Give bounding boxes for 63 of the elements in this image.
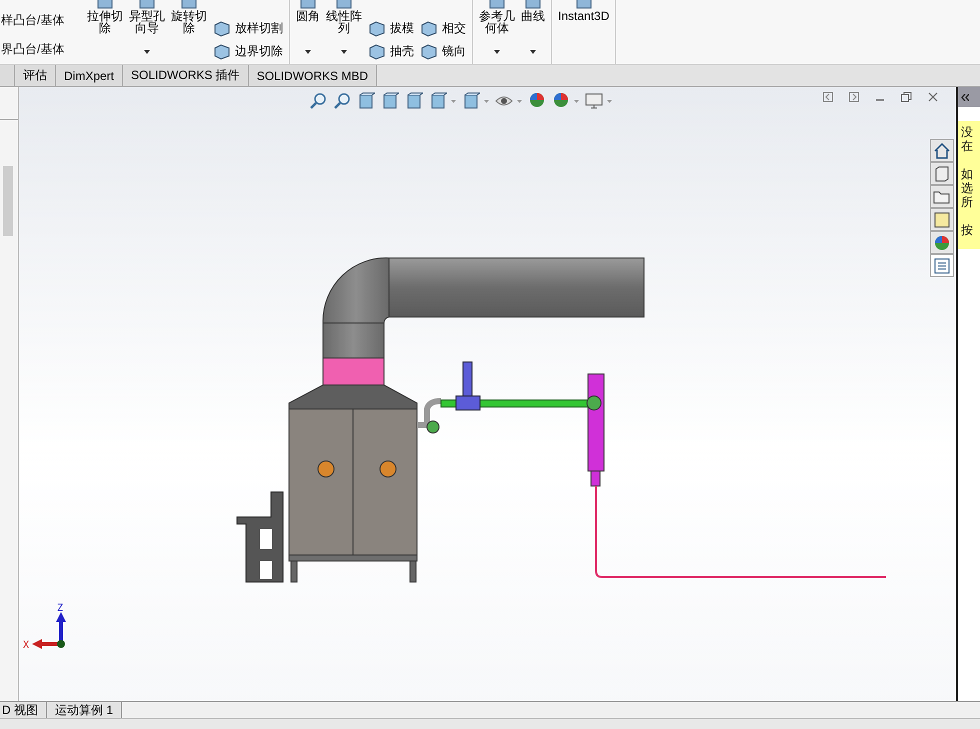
note-text: 没 在 bbox=[961, 125, 974, 153]
caret-icon[interactable] bbox=[341, 50, 347, 54]
command-tab[interactable]: 评估 bbox=[15, 65, 56, 86]
task-pane-tab[interactable] bbox=[930, 231, 954, 254]
task-pane-tab[interactable] bbox=[930, 185, 954, 208]
zoom-to-fit-icon[interactable] bbox=[309, 92, 327, 110]
ribbon-button[interactable]: 抽壳 bbox=[366, 43, 416, 60]
ribbon-button[interactable]: 拔模 bbox=[366, 20, 416, 37]
tool-icon bbox=[334, 0, 354, 10]
feature-icon bbox=[213, 20, 231, 36]
model-tab[interactable]: 运动算例 1 bbox=[47, 702, 122, 718]
ribbon-button[interactable]: 曲线 bbox=[519, 0, 547, 64]
tool-icon bbox=[523, 0, 543, 10]
ribbon-button[interactable]: 旋转切 除 bbox=[169, 0, 209, 64]
axis-triad-drawing: Z X bbox=[23, 603, 66, 651]
tool-icon bbox=[137, 0, 157, 10]
ribbon-button[interactable]: 边界切除 bbox=[211, 43, 285, 60]
ribbon-button[interactable]: 放样切割 bbox=[211, 20, 285, 37]
close-icon[interactable] bbox=[928, 92, 938, 102]
command-tab[interactable]: SOLIDWORKS MBD bbox=[248, 65, 378, 86]
feature-icon bbox=[420, 20, 438, 36]
caret-icon[interactable] bbox=[305, 50, 311, 54]
ribbon-button[interactable]: 线性阵 列 bbox=[324, 0, 364, 64]
caret-icon[interactable] bbox=[530, 50, 536, 54]
feature-icon bbox=[213, 44, 231, 60]
command-tab[interactable]: SOLIDWORKS 插件 bbox=[123, 65, 249, 86]
tool-icon bbox=[298, 0, 318, 10]
tool-icon bbox=[574, 0, 594, 10]
ribbon-button[interactable]: 参考几 何体 bbox=[477, 0, 517, 64]
collapse-pane-button[interactable] bbox=[958, 87, 980, 107]
task-pane-tab[interactable] bbox=[930, 208, 954, 231]
home-icon bbox=[933, 142, 951, 160]
appearance-icon bbox=[933, 234, 951, 252]
display-style-icon[interactable] bbox=[462, 92, 480, 110]
zoom-area-icon[interactable] bbox=[333, 92, 351, 110]
note-text: 如 选 所 bbox=[961, 167, 974, 209]
double-chevron-icon bbox=[961, 94, 969, 100]
ribbon-button[interactable]: 拉伸切 除 bbox=[85, 0, 125, 64]
ribbon-button[interactable]: 镜向 bbox=[418, 43, 468, 60]
model-tab[interactable]: D 视图 bbox=[0, 702, 47, 718]
feature-icon bbox=[368, 20, 386, 36]
ribbon-button[interactable]: Instant3D bbox=[556, 0, 612, 64]
feature-icon bbox=[420, 44, 438, 60]
ribbon-button[interactable]: 圆角 bbox=[294, 0, 322, 64]
tool-icon bbox=[95, 0, 115, 10]
ribbon-command[interactable]: 样凸台/基体 bbox=[1, 12, 81, 29]
tool-icon bbox=[179, 0, 199, 10]
caret-icon[interactable] bbox=[144, 50, 150, 54]
ribbon-button[interactable]: 相交 bbox=[418, 20, 468, 37]
scrollbar[interactable] bbox=[3, 166, 13, 236]
note-text: 按 bbox=[961, 223, 974, 237]
ribbon-button[interactable]: 异型孔 向导 bbox=[127, 0, 167, 64]
task-pane-tab[interactable] bbox=[930, 254, 954, 277]
caret-icon[interactable] bbox=[494, 50, 500, 54]
monitor-icon[interactable] bbox=[585, 92, 603, 110]
view-orientation-icon[interactable] bbox=[429, 92, 447, 110]
command-tab[interactable]: DimXpert bbox=[56, 65, 124, 86]
tool-icon bbox=[487, 0, 507, 10]
properties-list-icon bbox=[933, 256, 951, 274]
task-pane-tab[interactable] bbox=[930, 162, 954, 185]
feature-icon bbox=[368, 44, 386, 60]
ribbon-command[interactable]: 界凸台/基体 bbox=[1, 41, 81, 58]
task-pane-tab[interactable] bbox=[930, 139, 954, 162]
